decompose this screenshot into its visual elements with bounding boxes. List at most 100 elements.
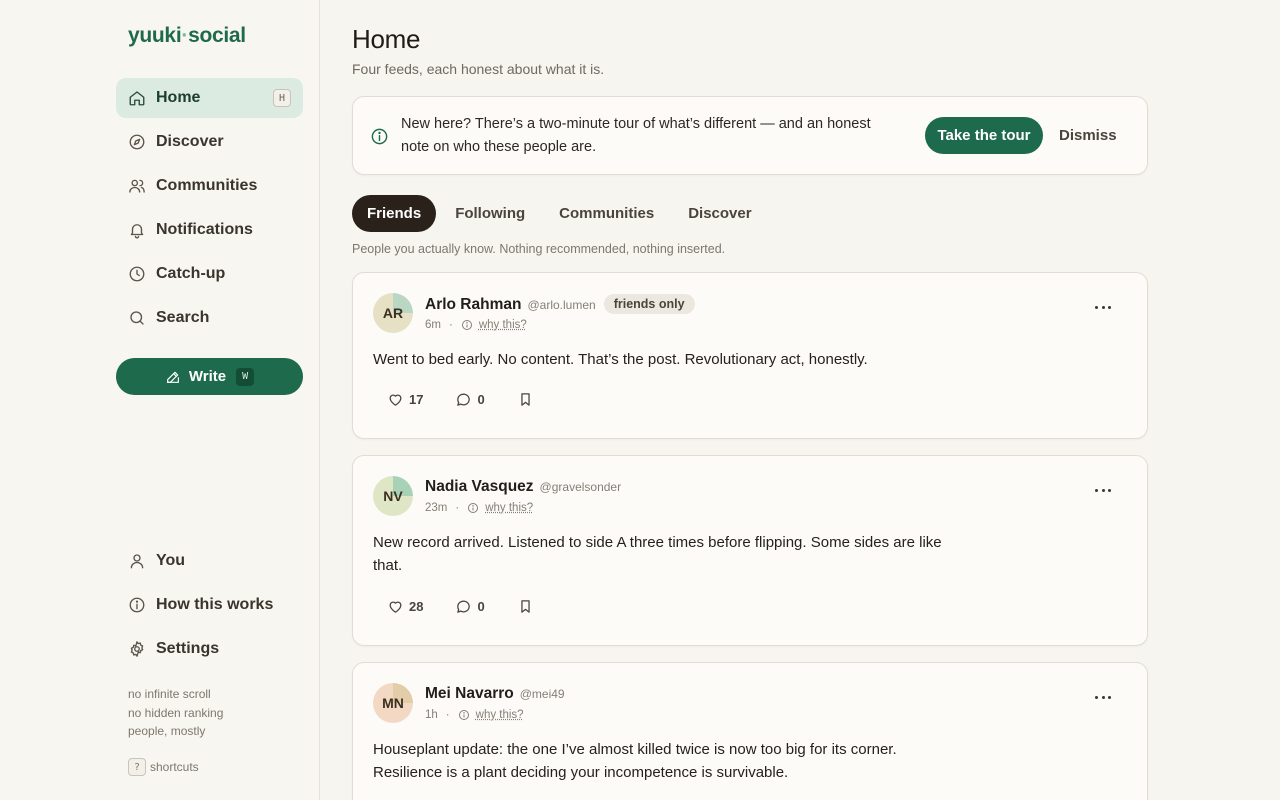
- post-meta: 6m · why this?: [425, 319, 527, 331]
- sidebar-item-home[interactable]: Home H: [116, 78, 303, 118]
- comment-count: 0: [477, 599, 485, 614]
- avatar[interactable]: AR: [373, 293, 413, 333]
- tour-banner: New here? There’s a two-minute tour of w…: [352, 96, 1148, 175]
- like-count: 17: [409, 392, 424, 407]
- users-icon: [129, 179, 145, 193]
- shortcut-key: ?: [128, 758, 146, 776]
- page-subtitle: Four feeds, each honest about what it is…: [352, 61, 605, 77]
- shortcuts-label: shortcuts: [150, 760, 199, 774]
- home-icon: [129, 91, 145, 106]
- why-this-link[interactable]: why this?: [476, 709, 524, 721]
- bell-icon: [130, 224, 144, 239]
- feed-tabs: Friends Following Communities Discover: [352, 195, 771, 232]
- principle-note: no infinite scroll: [128, 687, 211, 701]
- post-card: AR Arlo Rahman @arlo.lumen friends only 6m…: [352, 272, 1148, 439]
- sidebar-item-how-this-works[interactable]: How this works: [116, 585, 303, 625]
- like-button[interactable]: 17: [387, 391, 423, 408]
- info-icon: [461, 320, 472, 330]
- sidebar-item-label: You: [156, 552, 186, 569]
- more-options-icon[interactable]: [1095, 480, 1111, 500]
- comment-button[interactable]: 0: [455, 598, 485, 615]
- sidebar: yuuki·social Home H Discover Communities…: [0, 0, 320, 800]
- sidebar-item-label: Notifications: [156, 221, 253, 238]
- sidebar-item-label: How this works: [156, 596, 274, 613]
- post-body: New record arrived. Listened to side A t…: [373, 534, 942, 574]
- post-card: MN Mei Navarro @mei49 1h · why this? House…: [352, 662, 1148, 800]
- post-actions: 28 0: [387, 598, 571, 615]
- info-icon: [371, 128, 388, 145]
- sidebar-item-settings[interactable]: Settings: [116, 629, 303, 669]
- bookmark-icon: [521, 393, 530, 406]
- why-this-link[interactable]: why this?: [479, 319, 527, 331]
- sidebar-item-label: Search: [156, 309, 210, 326]
- post-author: Mei Navarro @mei49: [425, 685, 565, 703]
- like-button[interactable]: 28: [387, 598, 423, 615]
- author-name[interactable]: Mei Navarro: [425, 685, 514, 702]
- post-actions: 17 0: [387, 391, 571, 408]
- author-handle[interactable]: @gravelsonder: [540, 480, 622, 494]
- principle-note: no hidden ranking: [128, 706, 224, 720]
- sidebar-item-label: Catch-up: [156, 265, 226, 282]
- author-name[interactable]: Nadia Vasquez: [425, 478, 534, 495]
- post-meta: 23m · why this?: [425, 502, 534, 514]
- user-icon: [130, 554, 144, 569]
- comment-button[interactable]: 0: [455, 391, 485, 408]
- more-options-icon[interactable]: [1095, 687, 1111, 707]
- tab-communities[interactable]: Communities: [544, 195, 669, 232]
- author-name[interactable]: Arlo Rahman: [425, 296, 521, 313]
- shortcut-key: H: [273, 89, 291, 107]
- post-body: Houseplant update: the one I’ve almost k…: [373, 741, 897, 781]
- bookmark-button[interactable]: [517, 598, 539, 615]
- tab-friends[interactable]: Friends: [352, 195, 437, 232]
- like-count: 28: [409, 599, 424, 614]
- banner-text: New here? There’s a two-minute tour of w…: [401, 116, 871, 155]
- post-time: 23m: [425, 502, 448, 514]
- post-author: Arlo Rahman @arlo.lumen friends only: [425, 294, 695, 315]
- heart-icon: [389, 601, 402, 613]
- write-button[interactable]: Write W: [116, 358, 303, 395]
- page-title: Home: [352, 24, 421, 54]
- tab-following[interactable]: Following: [440, 195, 540, 232]
- info-icon: [458, 710, 469, 720]
- sidebar-item-label: Communities: [156, 177, 258, 194]
- bookmark-button[interactable]: [517, 391, 539, 408]
- avatar[interactable]: NV: [373, 476, 413, 516]
- sidebar-item-label: Settings: [156, 640, 220, 657]
- post-author: Nadia Vasquez @gravelsonder: [425, 478, 621, 496]
- shortcut-key: W: [236, 367, 255, 386]
- sidebar-item-discover[interactable]: Discover: [116, 122, 303, 162]
- gear-icon: [130, 641, 144, 657]
- shortcuts-link[interactable]: ? shortcuts: [128, 758, 199, 776]
- comment-count: 0: [477, 392, 485, 407]
- take-tour-button[interactable]: Take the tour: [925, 117, 1043, 154]
- principle-note: people, mostly: [128, 724, 206, 738]
- sidebar-item-communities[interactable]: Communities: [116, 166, 303, 206]
- edit-icon: [166, 371, 179, 383]
- more-options-icon[interactable]: [1095, 297, 1111, 317]
- sidebar-item-label: Discover: [156, 133, 224, 150]
- info-icon: [129, 597, 145, 613]
- sidebar-item-you[interactable]: You: [116, 541, 303, 581]
- sidebar-item-search[interactable]: Search: [116, 298, 303, 338]
- author-handle[interactable]: @arlo.lumen: [527, 298, 595, 312]
- dismiss-button[interactable]: Dismiss: [1059, 117, 1117, 154]
- sidebar-item-label: Home: [156, 89, 201, 106]
- sidebar-item-notifications[interactable]: Notifications: [116, 210, 303, 250]
- audience-badge: friends only: [603, 294, 695, 314]
- comment-icon: [457, 600, 471, 613]
- post-meta: 1h · why this?: [425, 709, 524, 721]
- avatar[interactable]: MN: [373, 683, 413, 723]
- post-time: 1h: [425, 709, 438, 721]
- clock-icon: [129, 266, 145, 282]
- author-handle[interactable]: @mei49: [520, 687, 565, 701]
- brand-logo[interactable]: yuuki·social: [128, 24, 246, 48]
- why-this-link[interactable]: why this?: [485, 502, 533, 514]
- write-label: Write: [188, 368, 227, 385]
- compass-icon: [129, 134, 145, 150]
- comment-icon: [457, 393, 471, 406]
- sidebar-item-catch-up[interactable]: Catch-up: [116, 254, 303, 294]
- post-time: 6m: [425, 319, 441, 331]
- info-icon: [468, 503, 479, 513]
- tab-discover[interactable]: Discover: [673, 195, 766, 232]
- post-card: NV Nadia Vasquez @gravelsonder 23m · why t…: [352, 455, 1148, 646]
